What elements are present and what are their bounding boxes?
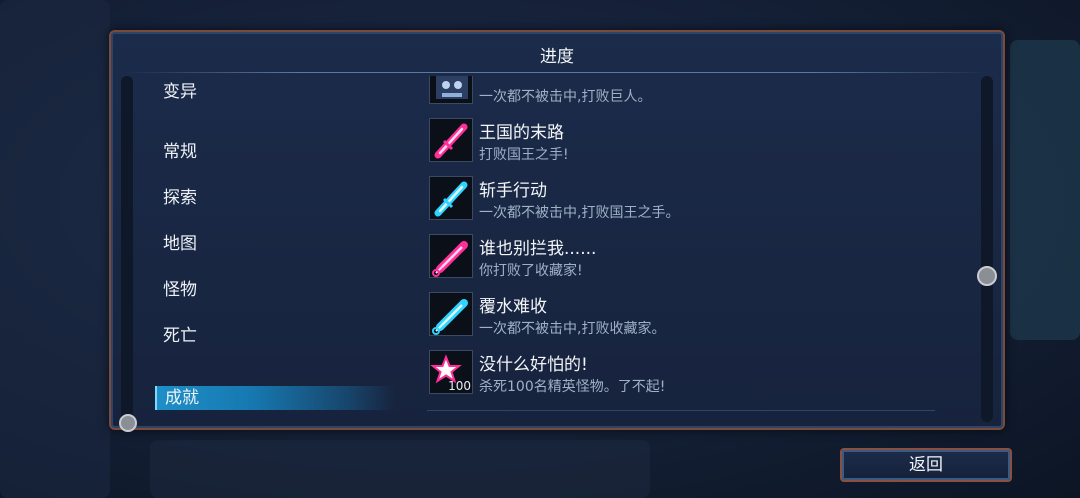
category-scrollbar-track[interactable] [121,76,133,422]
category-label: 常规 [163,142,197,162]
category-mutations[interactable]: 变异 [143,80,383,104]
list-item[interactable]: 谁也别拦我...... 你打败了收藏家! [427,234,967,288]
category-deaths[interactable]: 死亡 [143,324,383,348]
achievement-list[interactable]: 一次都不被击中,打败巨人。 王国的末路 打败国王之手! 斩手行动 一次都不被击中… [427,76,975,422]
category-monsters[interactable]: 怪物 [143,278,383,302]
category-map[interactable]: 地图 [143,232,383,256]
achievement-desc: 杀死100名精英怪物。了不起! [479,379,666,395]
list-item[interactable]: 覆水难收 一次都不被击中,打败收藏家。 [427,292,967,346]
achievement-desc: 你打败了收藏家! [479,263,583,279]
category-label: 死亡 [163,326,197,346]
list-item[interactable]: 100 没什么好怕的! 杀死100名精英怪物。了不起! [427,350,967,404]
back-button-label: 返回 [909,455,943,475]
panel-title: 进度 [540,47,574,67]
syringe-icon [429,234,473,278]
category-exploration[interactable]: 探索 [143,186,383,210]
back-button[interactable]: 返回 [840,448,1012,482]
achievement-desc: 一次都不被击中,打败巨人。 [479,89,652,105]
category-label: 成就 [165,388,199,408]
achievement-desc: 一次都不被击中,打败国王之手。 [479,205,680,221]
category-list: 变异 常规 探索 地图 怪物 死亡 成就 [143,76,423,426]
category-label: 地图 [163,234,197,254]
giant-achievement-icon [429,76,473,104]
progress-panel: 进度 变异 常规 探索 地图 怪物 死亡 成就 一次都不被击中,打败巨人。 王国… [109,30,1005,432]
category-label: 探索 [163,188,197,208]
list-scrollbar-track[interactable] [981,76,993,422]
achievement-count-badge: 100 [448,379,471,393]
category-general[interactable]: 常规 [143,140,383,164]
background-blur [150,440,650,498]
sword-icon [429,176,473,220]
achievement-name: 谁也别拦我...... [479,239,597,259]
category-achievements[interactable]: 成就 [155,386,395,410]
achievement-desc: 一次都不被击中,打败收藏家。 [479,321,666,337]
list-item[interactable]: 斩手行动 一次都不被击中,打败国王之手。 [427,176,967,230]
sword-icon [429,118,473,162]
list-item[interactable]: 一次都不被击中,打败巨人。 [427,76,967,114]
achievement-name: 王国的末路 [479,123,564,143]
achievement-name: 没什么好怕的! [479,355,588,375]
category-scrollbar-thumb[interactable] [119,414,137,432]
star-icon: 100 [429,350,473,394]
background-blur [1010,40,1080,340]
achievement-name: 覆水难收 [479,297,547,317]
background-blur [0,0,110,498]
list-item[interactable]: 王国的末路 打败国王之手! [427,118,967,172]
achievement-name: 斩手行动 [479,181,547,201]
category-label: 怪物 [163,280,197,300]
list-scrollbar-thumb[interactable] [977,266,997,286]
list-divider [427,410,935,411]
achievement-desc: 打败国王之手! [479,147,569,163]
title-divider [125,72,989,73]
syringe-icon [429,292,473,336]
category-label: 变异 [163,82,197,102]
